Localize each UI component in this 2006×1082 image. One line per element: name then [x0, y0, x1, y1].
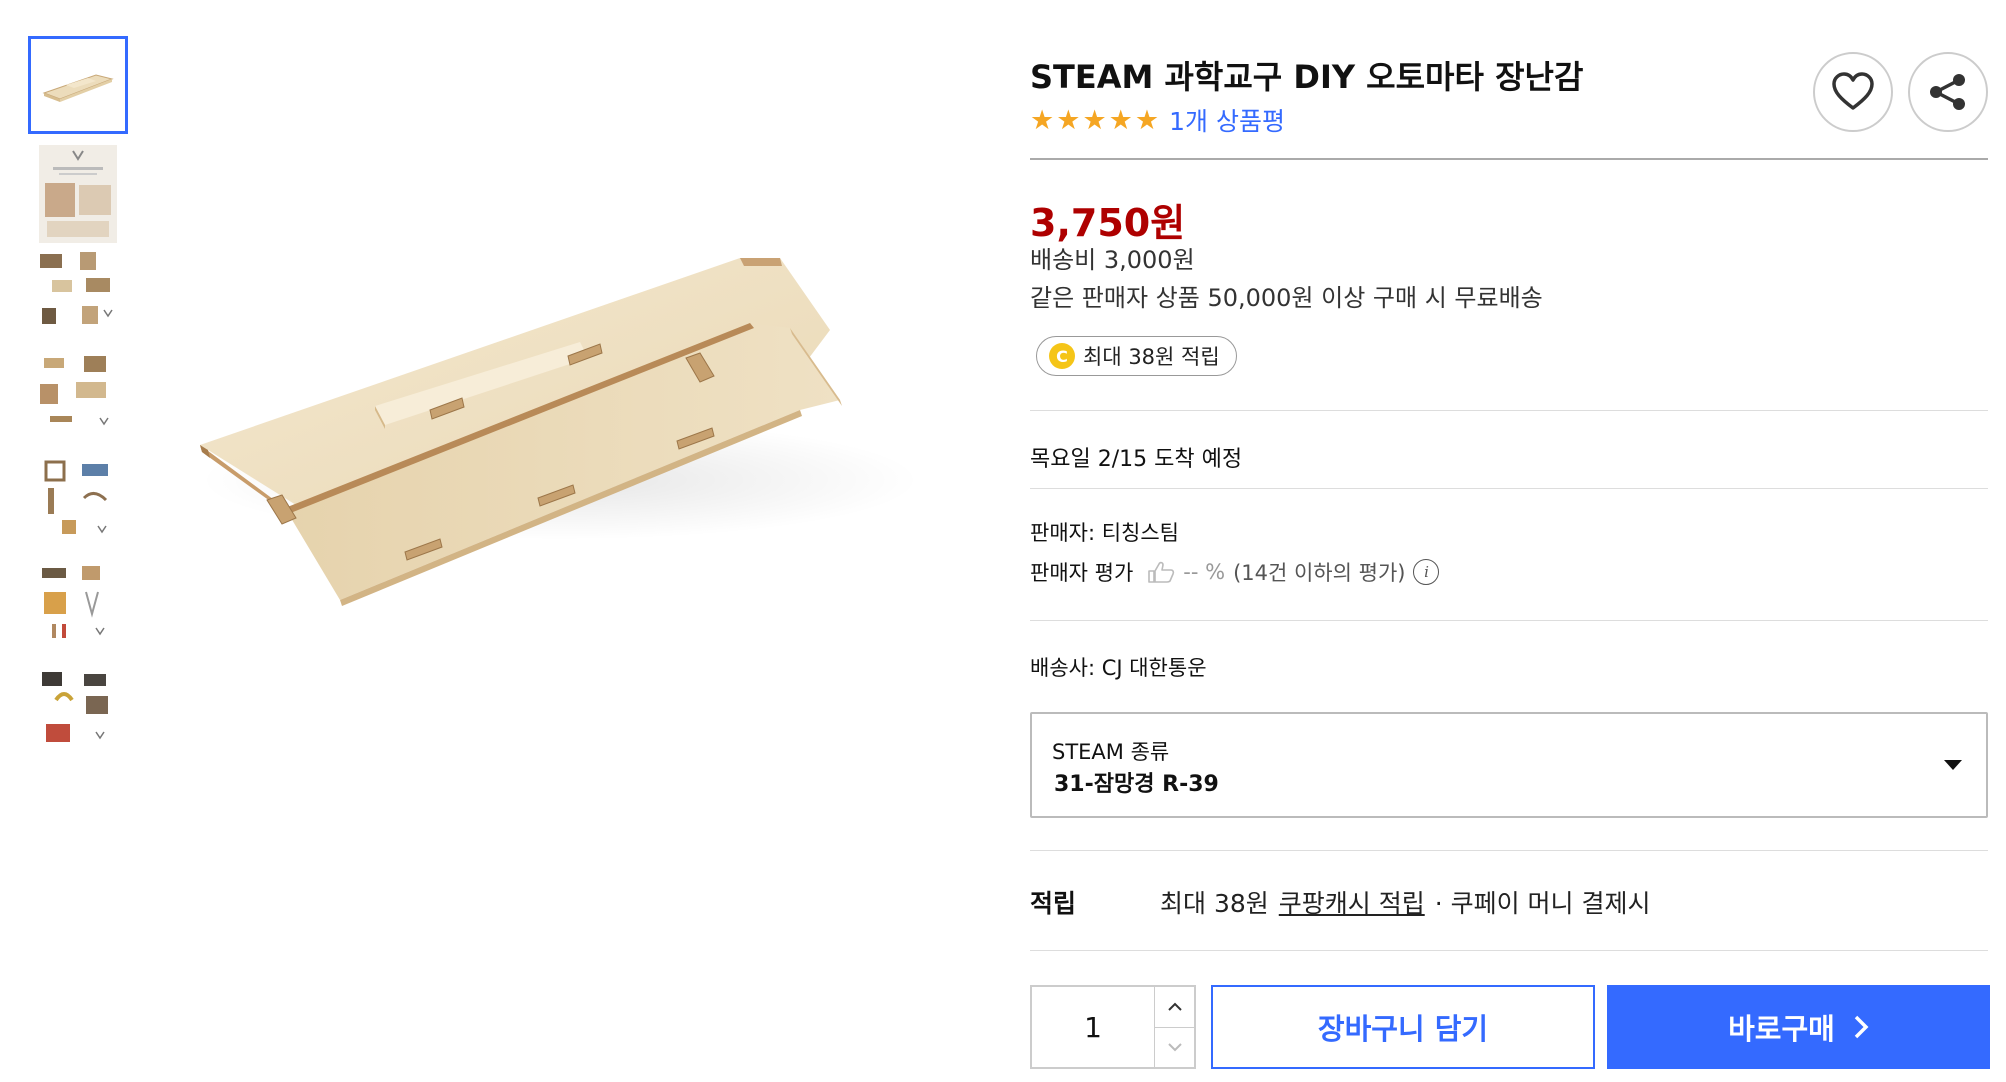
free-shipping-condition: 같은 판매자 상품 50,000원 이상 구매 시 무료배송	[1030, 284, 1543, 312]
main-product-image	[140, 80, 940, 720]
heart-icon	[1832, 72, 1874, 110]
option-selected-value: 31-잠망경 R-39	[1054, 772, 1219, 797]
thumbnail-image	[42, 566, 105, 638]
chevron-right-icon	[1854, 1015, 1869, 1039]
share-button[interactable]	[1908, 52, 1988, 132]
star-icon: ★	[1056, 104, 1081, 136]
quantity-stepper	[1030, 985, 1196, 1069]
info-icon[interactable]: i	[1413, 559, 1440, 585]
thumbnail-image	[42, 672, 108, 742]
seller-rating-percent: -- %	[1183, 560, 1226, 584]
thumbnail-image	[44, 460, 108, 534]
thumbnail-3[interactable]	[28, 248, 128, 338]
star-icon: ★	[1030, 104, 1055, 136]
thumbnail-image	[40, 356, 109, 426]
cash-reward-badge: C 최대 38원 적립	[1036, 336, 1237, 376]
divider	[1030, 950, 1988, 951]
dropdown-caret-icon	[1944, 760, 1962, 770]
thumbnail-6[interactable]	[28, 560, 128, 650]
divider	[1030, 410, 1988, 411]
product-rating: ★ ★ ★ ★ ★ 1개 상품평	[1030, 102, 1285, 138]
reward-prefix: 최대 38원	[1160, 889, 1269, 918]
quantity-input[interactable]	[1032, 987, 1154, 1067]
thumb-up-icon	[1148, 561, 1175, 583]
reward-suffix: · 쿠페이 머니 결제시	[1434, 889, 1651, 918]
seller-rating-label: 판매자 평가	[1030, 561, 1134, 585]
option-label: STEAM 종류	[1052, 740, 1170, 764]
arrival-date: 목요일 2/15 도착 예정	[1030, 447, 1243, 472]
thumbnail-5[interactable]	[28, 456, 128, 546]
divider	[1030, 158, 1988, 160]
chevron-down-icon	[1167, 1043, 1182, 1052]
cash-reward-text: 최대 38원 적립	[1083, 345, 1220, 369]
review-count-link[interactable]: 1개 상품평	[1169, 102, 1285, 138]
quantity-increase-button[interactable]	[1155, 987, 1194, 1028]
reward-info: 최대 38원 쿠팡캐시 적립 · 쿠페이 머니 결제시	[1160, 884, 1651, 920]
seller-rating-note: (14건 이하의 평가)	[1233, 561, 1406, 585]
courier-name: 배송사: CJ 대한통운	[1030, 656, 1207, 680]
thumbnail-image	[39, 145, 117, 243]
thumbnail-7[interactable]	[28, 664, 128, 754]
seller-rating: 판매자 평가 -- % (14건 이하의 평가) i	[1030, 557, 1440, 587]
wishlist-button[interactable]	[1813, 52, 1893, 132]
share-icon	[1930, 74, 1965, 110]
quantity-decrease-button[interactable]	[1155, 1028, 1194, 1068]
divider	[1030, 620, 1988, 621]
star-icon: ★	[1134, 104, 1160, 136]
reward-label: 적립	[1030, 889, 1077, 918]
chevron-up-icon	[1167, 1002, 1182, 1011]
coupang-cash-link[interactable]: 쿠팡캐시 적립	[1279, 884, 1425, 920]
star-icon: ★	[1082, 104, 1107, 136]
product-title: STEAM 과학교구 DIY 오토마타 장난감	[1030, 58, 1584, 96]
product-price: 3,750원	[1030, 201, 1186, 245]
option-select[interactable]: STEAM 종류 31-잠망경 R-39	[1030, 712, 1988, 818]
buy-now-button[interactable]: 바로구매	[1607, 985, 1990, 1069]
quantity-arrows	[1154, 987, 1194, 1067]
rating-stars: ★ ★ ★ ★ ★	[1030, 107, 1159, 134]
thumbnail-4[interactable]	[28, 352, 128, 442]
thumbnail-1[interactable]	[28, 36, 128, 134]
add-to-cart-button[interactable]: 장바구니 담기	[1211, 985, 1595, 1069]
add-to-cart-label: 장바구니 담기	[1317, 1012, 1489, 1046]
buy-now-label: 바로구매	[1728, 1012, 1835, 1046]
seller-rating-value: -- % (14건 이하의 평가)	[1147, 557, 1405, 587]
thumbnail-image	[42, 74, 114, 102]
coin-icon: C	[1049, 343, 1075, 369]
thumbnail-2[interactable]	[28, 144, 128, 244]
shipping-fee: 배송비 3,000원	[1030, 246, 1195, 274]
divider	[1030, 850, 1988, 851]
seller-name: 판매자: 티칭스팀	[1030, 521, 1179, 545]
divider	[1030, 488, 1988, 489]
thumbnail-image	[40, 252, 113, 324]
star-icon: ★	[1108, 104, 1133, 136]
